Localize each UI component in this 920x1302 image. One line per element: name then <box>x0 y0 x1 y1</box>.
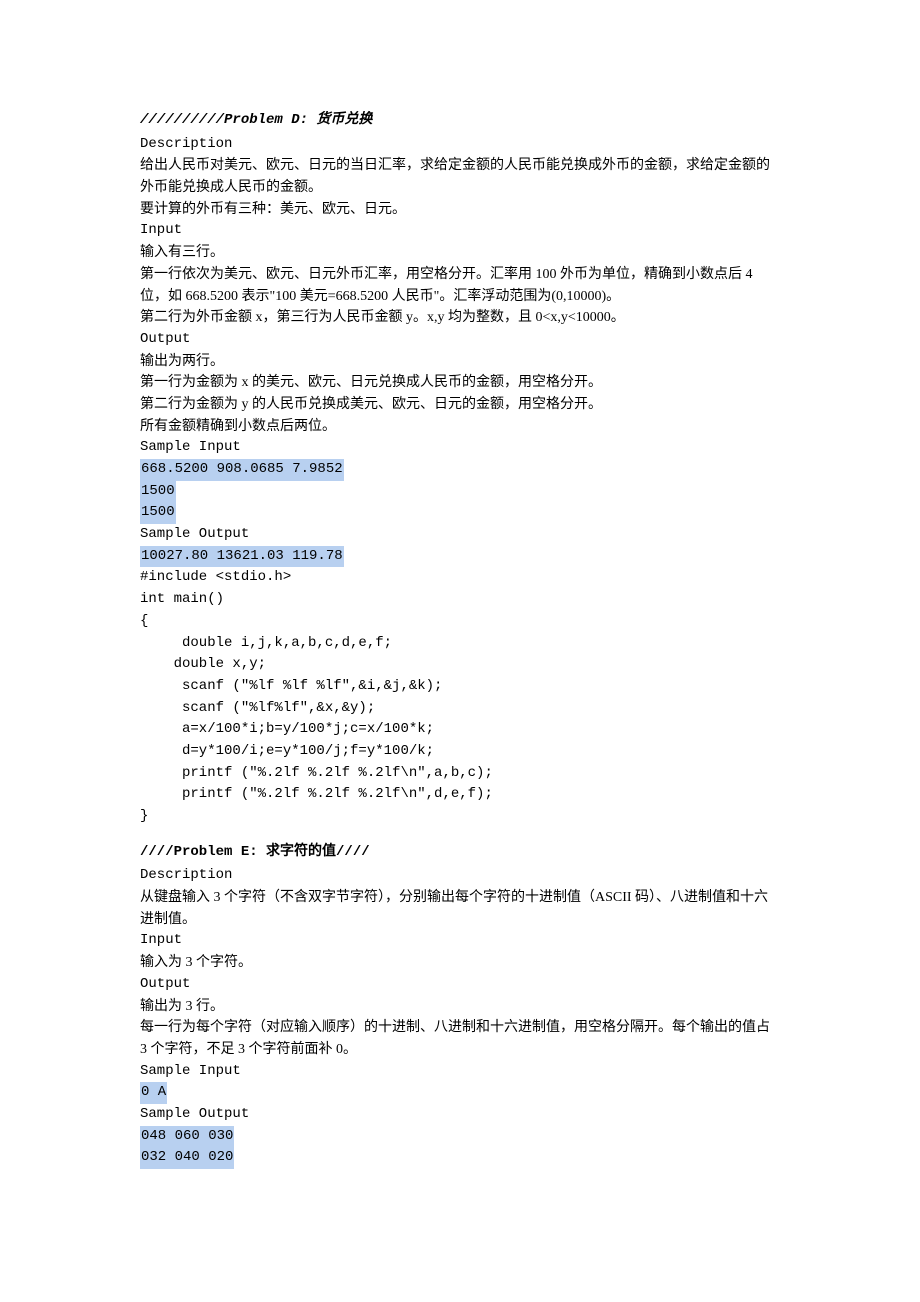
sample-input-line: 1500 <box>140 481 780 503</box>
code-block: #include <stdio.h> int main() { double i… <box>140 567 780 827</box>
output-text: 输出为 3 行。 <box>140 996 780 1018</box>
output-text: 第一行为金额为 x 的美元、欧元、日元兑换成人民币的金额，用空格分开。 <box>140 372 780 394</box>
sample-input-line: 0 A <box>140 1082 780 1104</box>
output-label: Output <box>140 329 780 351</box>
description-label: Description <box>140 865 780 887</box>
sample-output-label: Sample Output <box>140 524 780 546</box>
output-label: Output <box>140 974 780 996</box>
sample-input-label: Sample Input <box>140 1061 780 1083</box>
sample-output-line: 10027.80 13621.03 119.78 <box>140 546 780 568</box>
input-text: 输入为 3 个字符。 <box>140 952 780 974</box>
output-text: 所有金额精确到小数点后两位。 <box>140 416 780 438</box>
problem-e-title: ////Problem E: 求字符的值//// <box>140 842 780 864</box>
sample-output-line: 048 060 030 <box>140 1126 780 1148</box>
input-text: 第一行依次为美元、欧元、日元外币汇率，用空格分开。汇率用 100 外币为单位，精… <box>140 264 780 307</box>
section-gap <box>140 828 780 834</box>
input-text: 输入有三行。 <box>140 242 780 264</box>
sample-output-label: Sample Output <box>140 1104 780 1126</box>
sample-input-label: Sample Input <box>140 437 780 459</box>
sample-input-line: 668.5200 908.0685 7.9852 <box>140 459 780 481</box>
input-label: Input <box>140 930 780 952</box>
sample-input-line: 1500 <box>140 502 780 524</box>
output-text: 每一行为每个字符（对应输入顺序）的十进制、八进制和十六进制值，用空格分隔开。每个… <box>140 1017 780 1060</box>
output-text: 输出为两行。 <box>140 351 780 373</box>
description-text: 要计算的外币有三种：美元、欧元、日元。 <box>140 199 780 221</box>
sample-output-line: 032 040 020 <box>140 1147 780 1169</box>
document-page: //////////Problem D: 货币兑换 Description 给出… <box>0 0 920 1229</box>
input-text: 第二行为外币金额 x，第三行为人民币金额 y。x,y 均为整数，且 0<x,y<… <box>140 307 780 329</box>
input-label: Input <box>140 220 780 242</box>
description-text: 给出人民币对美元、欧元、日元的当日汇率，求给定金额的人民币能兑换成外币的金额，求… <box>140 155 780 198</box>
description-label: Description <box>140 134 780 156</box>
output-text: 第二行为金额为 y 的人民币兑换成美元、欧元、日元的金额，用空格分开。 <box>140 394 780 416</box>
problem-d-title: //////////Problem D: 货币兑换 <box>140 110 780 132</box>
description-text: 从键盘输入 3 个字符（不含双字节字符），分别输出每个字符的十进制值（ASCII… <box>140 887 780 930</box>
